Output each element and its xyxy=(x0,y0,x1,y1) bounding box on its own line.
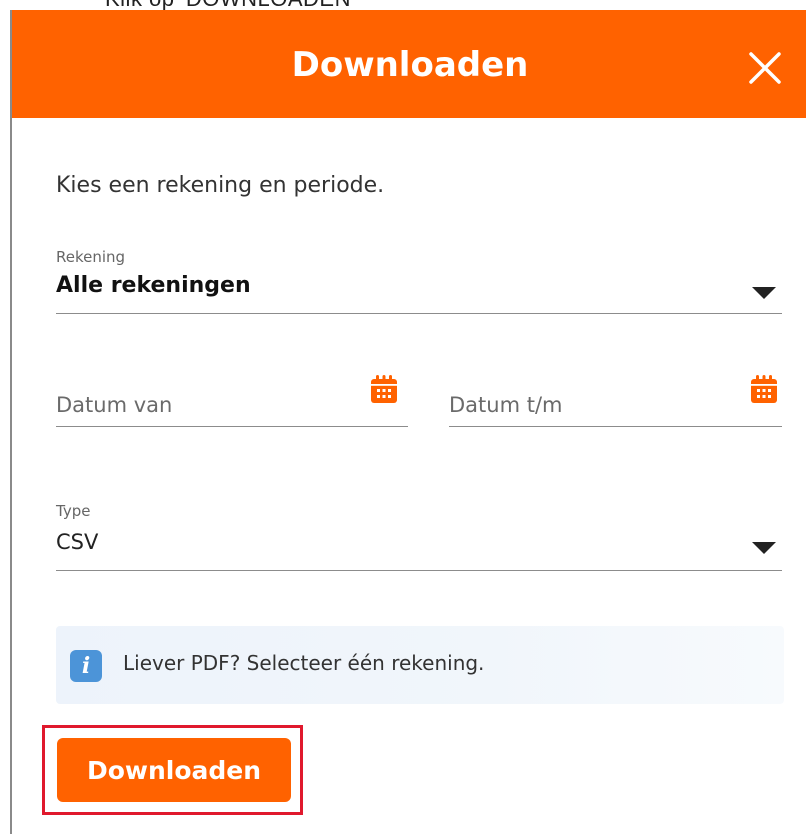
info-icon: i xyxy=(70,650,102,682)
account-underline xyxy=(56,313,782,314)
info-text: Liever PDF? Selecteer één rekening. xyxy=(123,651,485,675)
intro-text: Kies een rekening en periode. xyxy=(56,173,385,198)
download-button[interactable]: Downloaden xyxy=(57,738,291,802)
date-to-input[interactable] xyxy=(449,390,729,420)
download-dialog: Downloaden Kies een rekening en periode.… xyxy=(10,10,806,834)
date-from-input[interactable] xyxy=(56,390,356,420)
info-banner: i Liever PDF? Selecteer één rekening. xyxy=(56,626,784,704)
chevron-down-icon xyxy=(752,542,776,554)
close-icon xyxy=(749,52,781,84)
date-to-underline xyxy=(449,426,782,427)
type-underline xyxy=(56,570,782,571)
calendar-icon[interactable] xyxy=(370,374,398,404)
type-label: Type xyxy=(56,502,91,520)
calendar-icon[interactable] xyxy=(750,374,778,404)
dialog-header: Downloaden xyxy=(12,10,806,118)
close-button[interactable] xyxy=(745,48,785,88)
chevron-down-icon xyxy=(752,287,776,299)
account-value: Alle rekeningen xyxy=(56,273,251,298)
type-value: CSV xyxy=(56,530,99,554)
account-label: Rekening xyxy=(56,248,126,266)
date-from-underline xyxy=(56,426,408,427)
dialog-title: Downloaden xyxy=(291,45,529,85)
